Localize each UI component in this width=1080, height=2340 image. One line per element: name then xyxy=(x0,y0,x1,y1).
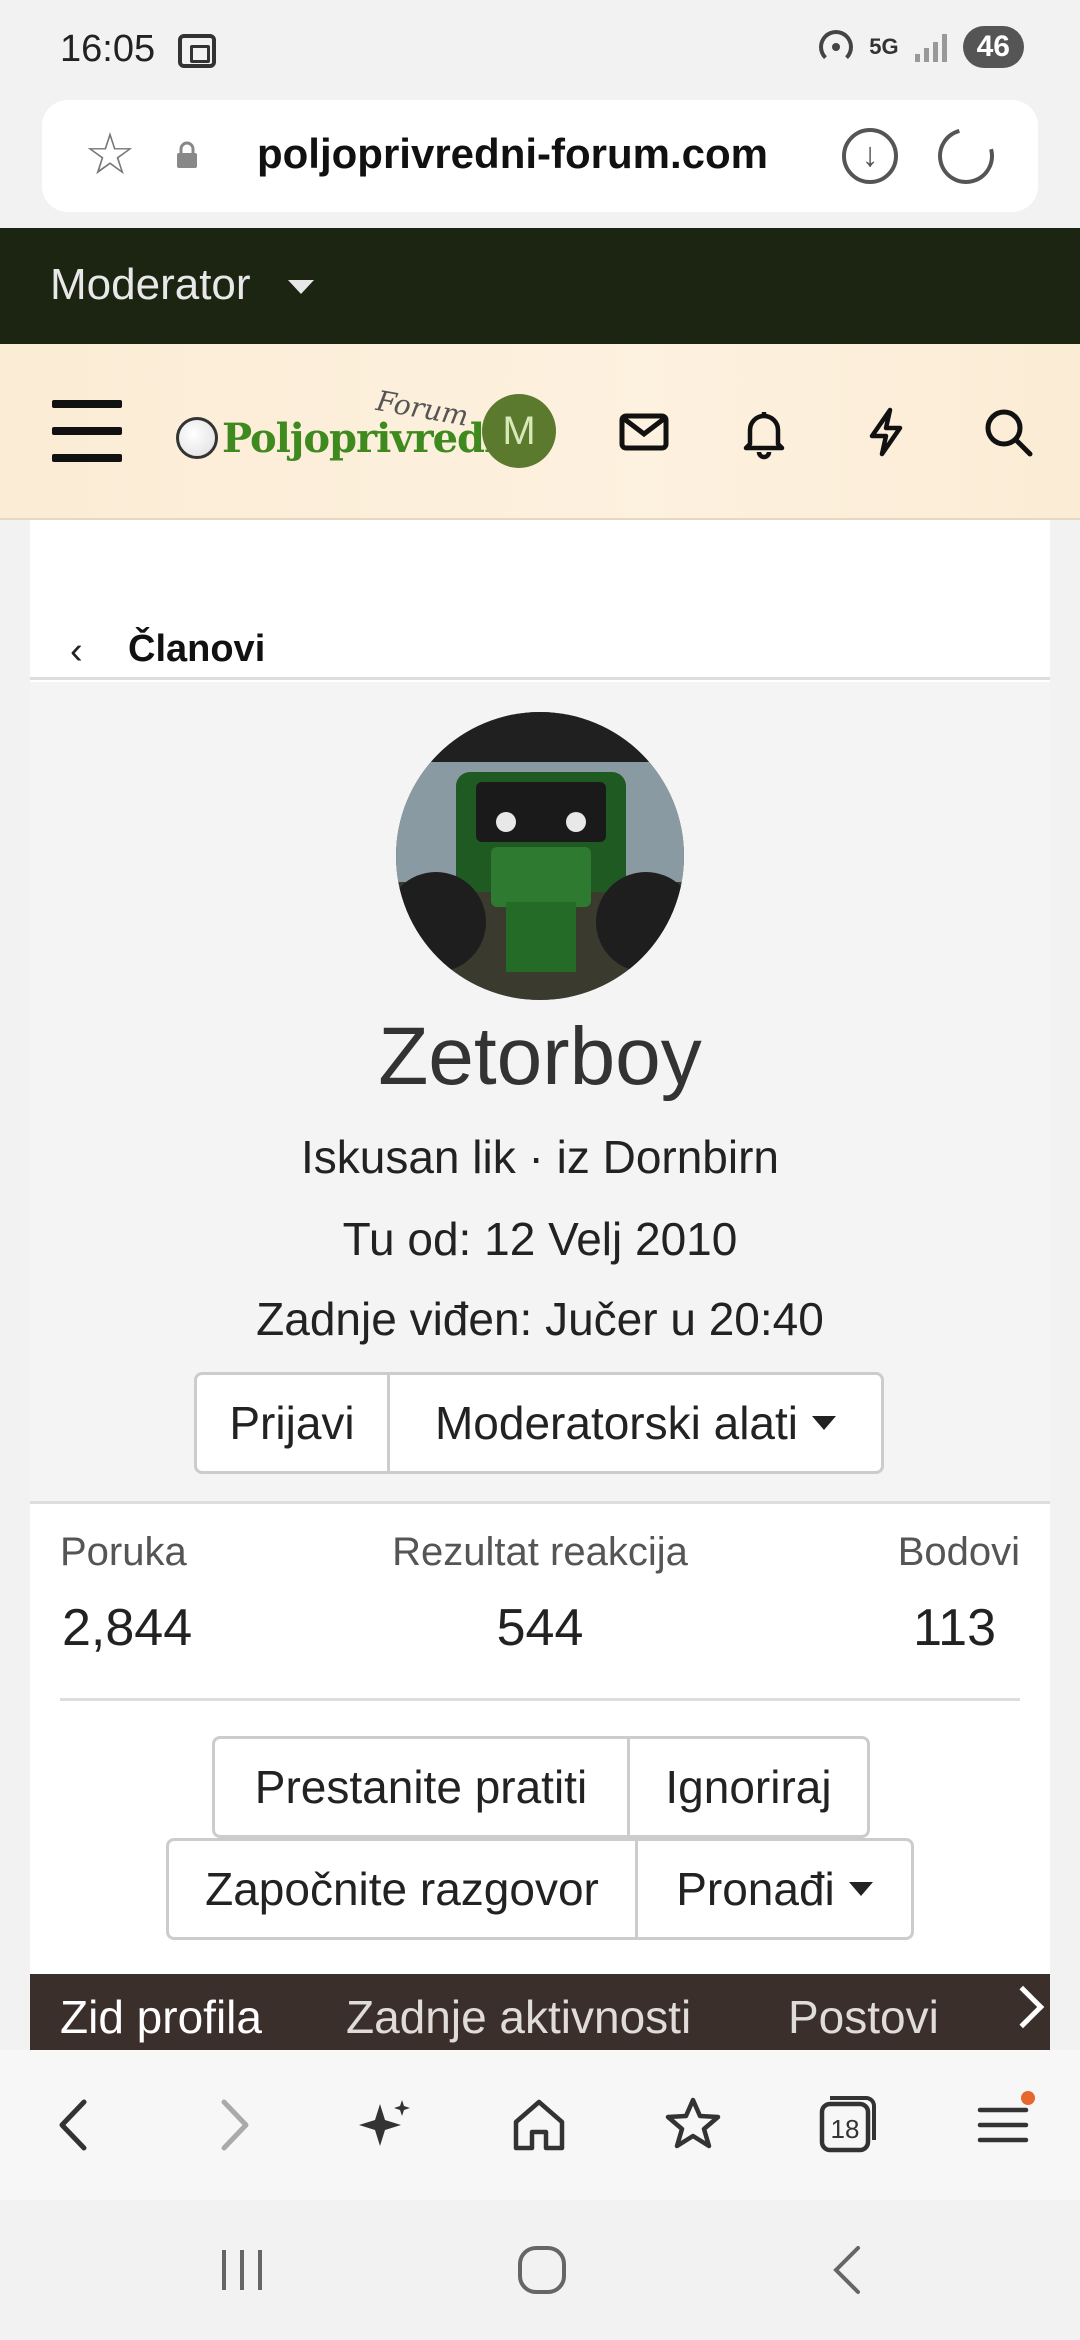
unfollow-button[interactable]: Prestanite pratiti xyxy=(215,1739,627,1835)
tab-count: 18 xyxy=(830,2114,860,2144)
report-button[interactable]: Prijavi xyxy=(197,1375,387,1471)
signal-icon xyxy=(914,32,947,62)
profile-card: Zetorboy Iskusan lik · iz Dornbirn Tu od… xyxy=(30,682,1050,1504)
system-back-icon[interactable] xyxy=(818,2240,878,2300)
page-content: ‹ Članovi Zetorboy Iskusan lik · iz Dorn… xyxy=(30,520,1050,2050)
url-text[interactable]: poljoprivredni-forum.com xyxy=(257,130,768,178)
home-icon[interactable] xyxy=(504,2090,574,2160)
lightning-icon[interactable] xyxy=(856,402,916,462)
moderator-tools-label: Moderatorski alati xyxy=(434,1397,799,1449)
reactions-value[interactable]: 544 xyxy=(30,1598,1050,1658)
chevron-right-icon[interactable] xyxy=(1001,1985,1045,2029)
chevron-down-icon xyxy=(812,1416,837,1430)
conversation-actions: Započnite razgovor Pronađi xyxy=(166,1838,914,1940)
ai-sparkle-icon[interactable] xyxy=(350,2090,420,2160)
clock: 16:05 xyxy=(60,28,156,70)
moderator-tools-button[interactable]: Moderatorski alati xyxy=(387,1375,881,1471)
chevron-left-icon: ‹ xyxy=(70,630,83,672)
tab-latest-activity[interactable]: Zadnje aktivnosti xyxy=(346,1990,691,2044)
last-seen: Zadnje viđen: Jučer u 20:40 xyxy=(256,1293,824,1345)
logo-globe-icon xyxy=(176,417,218,459)
forward-icon[interactable] xyxy=(198,2090,268,2160)
hotspot-icon xyxy=(819,30,854,64)
points-label: Bodovi xyxy=(897,1530,1020,1574)
ignore-button[interactable]: Ignoriraj xyxy=(627,1739,867,1835)
chevron-down-icon xyxy=(288,280,314,294)
status-bar: 16:05 5G 46 xyxy=(0,0,1080,100)
bell-icon[interactable] xyxy=(734,402,794,462)
moderator-bar[interactable]: Moderator xyxy=(0,228,1080,344)
follow-actions: Prestanite pratiti Ignoriraj xyxy=(212,1736,870,1838)
network-indicator: 5G xyxy=(869,34,899,59)
tabs-icon[interactable]: 18 xyxy=(812,2090,882,2160)
profile-actions: Prijavi Moderatorski alati xyxy=(194,1372,884,1474)
ignore-label: Ignoriraj xyxy=(665,1761,832,1813)
site-logo[interactable]: Poljoprivredni Forum xyxy=(176,384,527,468)
username: Zetorboy xyxy=(378,1011,702,1102)
moderator-menu[interactable]: Moderator xyxy=(50,260,251,310)
home-button-icon[interactable] xyxy=(512,2240,572,2300)
bookmarks-icon[interactable] xyxy=(658,2090,728,2160)
back-icon[interactable] xyxy=(40,2090,110,2160)
tab-postings[interactable]: Postovi xyxy=(788,1990,939,2044)
divider xyxy=(60,1698,1020,1701)
start-conversation-label: Započnite razgovor xyxy=(205,1863,599,1915)
menu-icon[interactable] xyxy=(52,400,122,462)
find-label: Pronađi xyxy=(676,1863,835,1915)
address-bar[interactable]: ☆ poljoprivredni-forum.com ↓ xyxy=(42,100,1038,212)
menu-icon[interactable] xyxy=(968,2090,1038,2160)
find-button[interactable]: Pronađi xyxy=(635,1841,911,1937)
recent-apps-icon[interactable] xyxy=(212,2240,272,2300)
battery-indicator: 46 xyxy=(962,26,1024,68)
user-title: Iskusan lik · iz Dornbirn xyxy=(300,1131,780,1183)
user-avatar[interactable]: M xyxy=(482,394,556,468)
breadcrumb[interactable]: ‹ Članovi xyxy=(30,612,1050,680)
profile-tabs: Zid profila Zadnje aktivnosti Postovi xyxy=(30,1974,1050,2050)
points-value[interactable]: 113 xyxy=(913,1598,996,1658)
joined-date: Tu od: 12 Velj 2010 xyxy=(342,1213,738,1265)
unfollow-label: Prestanite pratiti xyxy=(254,1761,588,1813)
mail-icon[interactable] xyxy=(614,402,674,462)
reload-icon[interactable] xyxy=(927,117,1005,195)
start-conversation-button[interactable]: Započnite razgovor xyxy=(169,1841,635,1937)
site-header: Poljoprivredni Forum M xyxy=(0,344,1080,520)
browser-toolbar: 18 xyxy=(0,2050,1080,2200)
system-navigation-bar xyxy=(0,2200,1080,2340)
lock-icon xyxy=(177,141,197,168)
download-icon[interactable]: ↓ xyxy=(842,128,898,184)
logo-text: Poljoprivredni xyxy=(222,414,527,462)
tab-profile-wall[interactable]: Zid profila xyxy=(60,1990,262,2044)
report-label: Prijavi xyxy=(229,1397,355,1449)
chevron-down-icon xyxy=(848,1882,873,1896)
breadcrumb-link[interactable]: Članovi xyxy=(128,628,265,671)
tractor-image xyxy=(396,712,684,1000)
search-icon[interactable] xyxy=(978,402,1038,462)
bookmark-star-icon[interactable]: ☆ xyxy=(84,126,136,184)
profile-avatar[interactable] xyxy=(396,712,684,1000)
screenshot-icon xyxy=(178,34,216,68)
